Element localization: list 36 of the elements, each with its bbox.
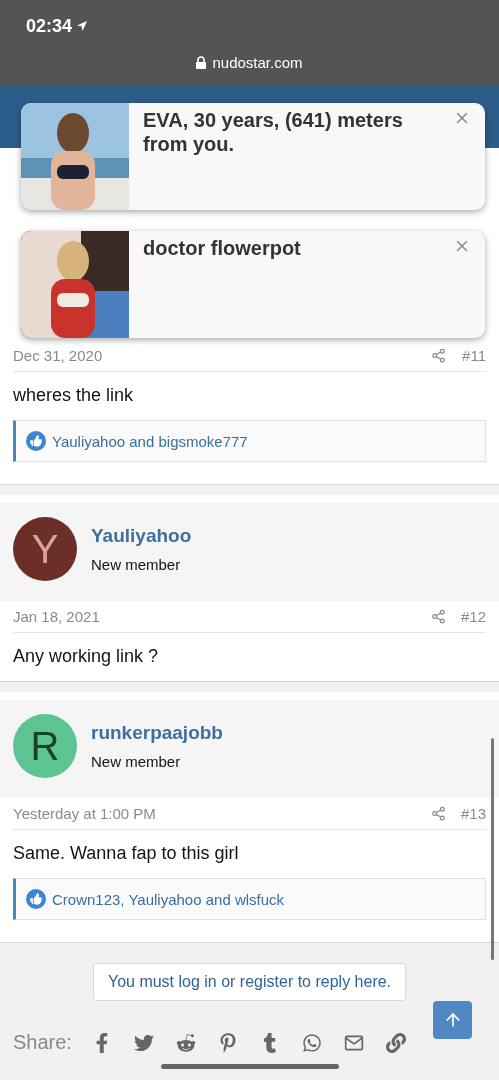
username-link[interactable]: runkerpaajobb: [91, 722, 223, 744]
reactions-text[interactable]: Crown123, Yauliyahoo and wlsfuck: [52, 890, 285, 908]
like-icon: [26, 431, 46, 451]
reactions-bar[interactable]: Crown123, Yauliyahoo and wlsfuck: [13, 878, 486, 920]
ad-title: EVA, 30 years, (641) meters from you.: [143, 108, 404, 156]
share-label: Share:: [13, 1031, 72, 1054]
username-link[interactable]: Yauliyahoo: [91, 525, 192, 547]
status-time: 02:34: [26, 15, 73, 37]
lock-icon: [196, 56, 207, 69]
login-notice[interactable]: You must log in or register to reply here.: [92, 963, 407, 1001]
like-icon: [26, 889, 46, 909]
user-role: New member: [91, 753, 182, 770]
post-number[interactable]: #11: [456, 347, 486, 364]
post-number[interactable]: #12: [456, 608, 486, 625]
url-text[interactable]: nudostar.com: [212, 54, 303, 71]
reddit-icon[interactable]: [175, 1032, 196, 1053]
avatar[interactable]: R: [13, 714, 77, 778]
post-date[interactable]: Jan 18, 2021: [13, 608, 421, 625]
user-role: New member: [91, 556, 182, 573]
twitter-icon[interactable]: [133, 1032, 154, 1053]
post-number[interactable]: #13: [456, 805, 486, 822]
ad-notification[interactable]: doctor flowerpot: [21, 231, 485, 338]
whatsapp-icon[interactable]: [301, 1032, 322, 1053]
location-icon: [76, 20, 89, 32]
scroll-top-button[interactable]: [433, 1001, 472, 1039]
reactions-bar[interactable]: Yauliyahoo and bigsmoke777: [13, 420, 486, 462]
ad-title: doctor flowerpot: [143, 236, 302, 260]
share-icon[interactable]: [431, 609, 446, 624]
avatar[interactable]: Y: [13, 517, 77, 581]
post-date[interactable]: Dec 31, 2020: [13, 347, 421, 364]
share-icon[interactable]: [431, 806, 446, 821]
reactions-text[interactable]: Yauliyahoo and bigsmoke777: [52, 432, 248, 450]
ad-notification[interactable]: EVA, 30 years, (641) meters from you.: [21, 103, 485, 210]
share-icon[interactable]: [431, 348, 446, 363]
post-date[interactable]: Yesterday at 1:00 PM: [13, 805, 421, 822]
link-icon[interactable]: [385, 1032, 406, 1053]
